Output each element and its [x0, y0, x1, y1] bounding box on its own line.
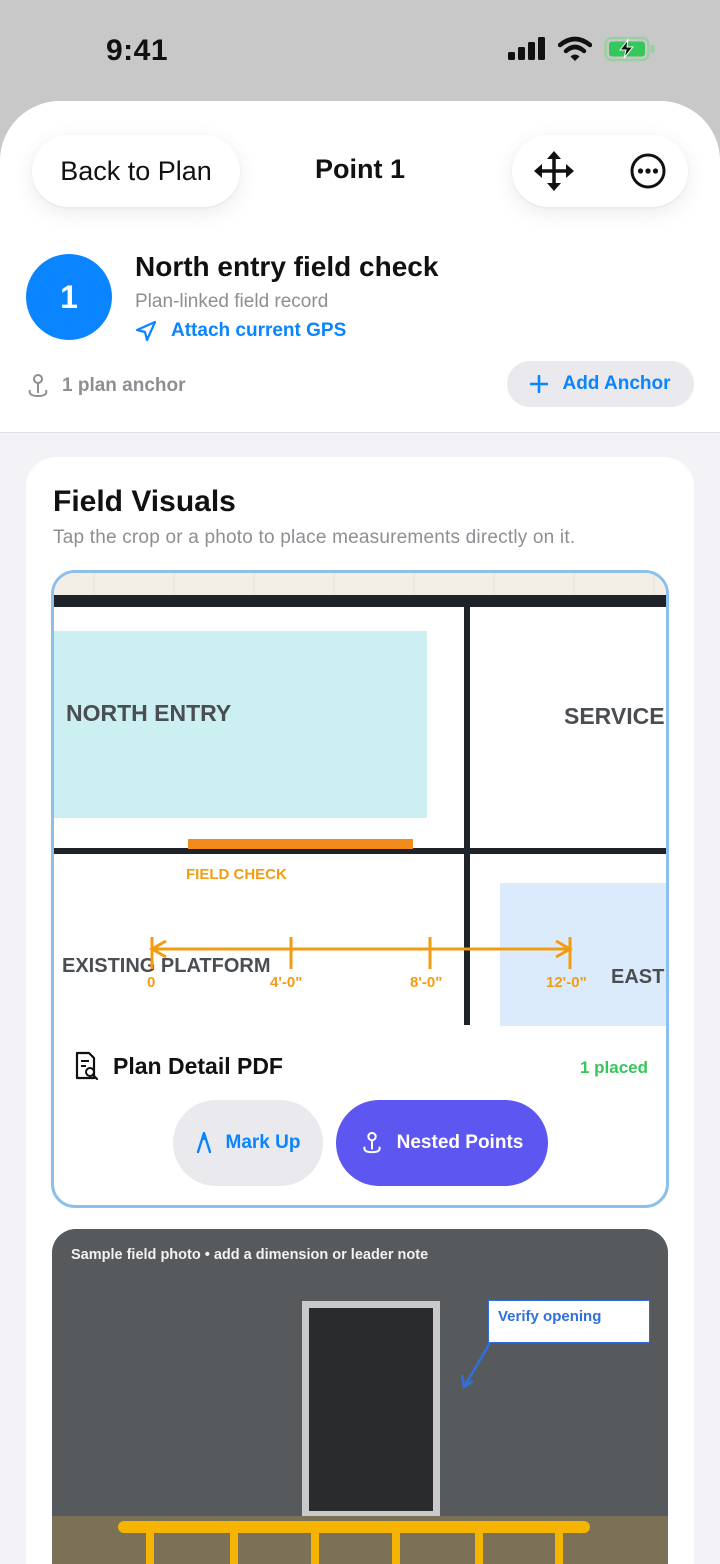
existing-platform-label: EXISTING PLATFORM — [62, 955, 271, 977]
plan-crop-drawing[interactable]: NORTH ENTRY SERVICE FIELD CHECK EXISTING… — [54, 573, 669, 1033]
field-visuals-card: Field Visuals Tap the crop or a photo to… — [26, 457, 694, 1564]
point-subtitle: Plan-linked field record — [135, 291, 329, 312]
plan-crop-panel[interactable]: NORTH ENTRY SERVICE FIELD CHECK EXISTING… — [51, 570, 669, 1208]
pin-anchor-icon — [363, 1131, 381, 1154]
cellular-signal-icon — [508, 37, 545, 60]
add-anchor-label: Add Anchor — [562, 373, 671, 394]
status-icons — [508, 36, 656, 62]
back-to-plan-button[interactable]: Back to Plan — [32, 135, 240, 207]
attach-gps-label: Attach current GPS — [171, 320, 347, 341]
point-title: North entry field check — [135, 251, 439, 282]
move-point-button[interactable] — [528, 145, 580, 197]
mark-up-button[interactable]: Mark Up — [173, 1100, 323, 1186]
field-check-bar — [188, 839, 413, 849]
wifi-icon — [558, 36, 592, 61]
field-visuals-subtitle: Tap the crop or a photo to place measure… — [53, 527, 576, 548]
dimension-tick-8: 8'-0" — [410, 974, 442, 991]
document-search-icon — [75, 1051, 99, 1081]
leader-note[interactable]: Verify opening — [488, 1300, 650, 1343]
move-arrows-icon — [534, 151, 574, 191]
plus-icon — [530, 375, 549, 393]
field-visuals-title: Field Visuals — [53, 485, 236, 518]
page-title: Point 1 — [314, 154, 405, 184]
status-bar: 9:41 — [0, 0, 720, 100]
battery-charging-icon — [604, 36, 655, 62]
field-photo-image[interactable] — [52, 1229, 668, 1564]
nested-points-button[interactable]: Nested Points — [336, 1100, 548, 1186]
plan-detail-title: Plan Detail PDF — [113, 1053, 283, 1079]
plan-anchor-count-label: 1 plan anchor — [62, 375, 186, 396]
plan-anchor-count: 1 plan anchor — [26, 373, 186, 399]
more-options-button[interactable] — [622, 145, 674, 197]
dimension-tick-4: 4'-0" — [270, 974, 302, 991]
header-actions — [512, 135, 688, 207]
placed-count-badge: 1 placed — [579, 1058, 648, 1077]
dimension-tick-12: 12'-0" — [546, 974, 587, 991]
add-anchor-button[interactable]: Add Anchor — [507, 361, 694, 407]
east-label: EAST — [611, 966, 664, 988]
pen-nib-icon — [196, 1132, 211, 1154]
service-label: SERVICE — [564, 703, 665, 729]
nested-points-label: Nested Points — [396, 1132, 524, 1153]
pin-anchor-icon — [28, 374, 48, 398]
mark-up-label: Mark Up — [225, 1132, 301, 1153]
field-photo-panel[interactable]: Sample field photo • add a dimension or … — [52, 1229, 668, 1564]
east-zone — [500, 883, 666, 1026]
point-detail-sheet: Back to Plan Point 1 1 North entry field… — [0, 101, 720, 1564]
more-ellipsis-icon — [630, 153, 666, 189]
north-entry-label: NORTH ENTRY — [66, 700, 231, 726]
status-time: 9:41 — [106, 34, 169, 67]
location-arrow-icon — [135, 320, 157, 342]
attach-gps-link[interactable]: Attach current GPS — [135, 320, 346, 342]
field-check-label: FIELD CHECK — [186, 866, 287, 883]
point-number-badge: 1 — [26, 254, 112, 340]
dimension-tick-0: 0 — [147, 974, 155, 991]
photo-caption: Sample field photo • add a dimension or … — [71, 1247, 429, 1263]
